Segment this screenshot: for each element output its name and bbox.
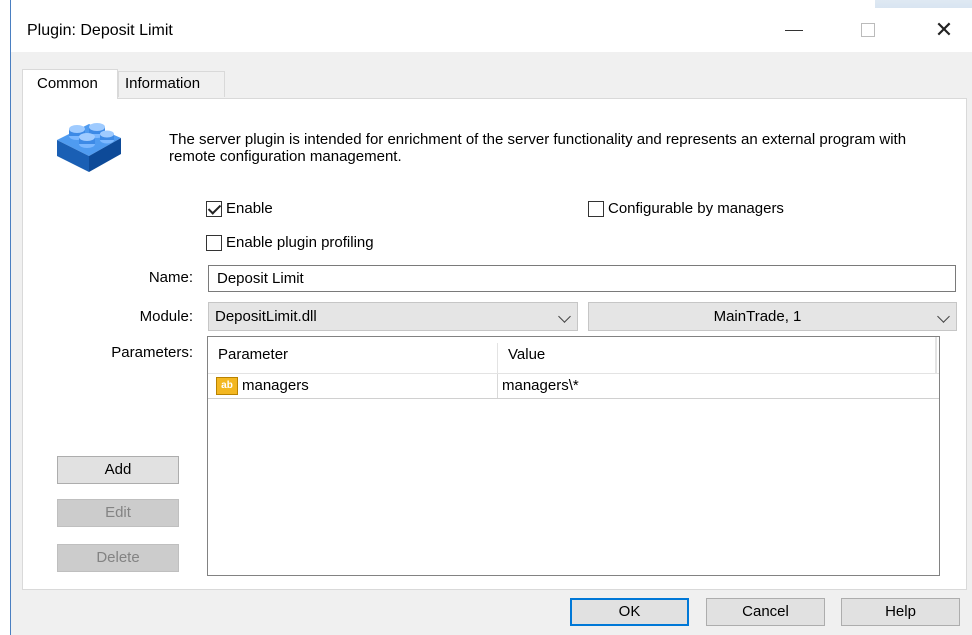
ok-button[interactable]: OK [570, 598, 689, 626]
close-button[interactable]: ✕ [921, 8, 967, 52]
parameters-table[interactable]: Parameter Value ab managers managers\* [207, 336, 940, 576]
window-title: Plugin: Deposit Limit [27, 22, 173, 39]
background-window-edge [0, 0, 11, 635]
column-header-value[interactable]: Value [498, 337, 935, 373]
string-param-icon: ab [216, 377, 238, 395]
dialog-client-area: Information Common The server plugin is … [11, 52, 972, 635]
server-select[interactable]: MainTrade, 1 [588, 302, 957, 331]
module-select[interactable]: DepositLimit.dll [208, 302, 578, 331]
plugin-description: The server plugin is intended for enrich… [169, 131, 907, 165]
server-select-value: MainTrade, 1 [713, 308, 802, 325]
maximize-button[interactable] [845, 8, 891, 52]
module-select-value: DepositLimit.dll [215, 308, 317, 325]
minimize-icon [785, 29, 803, 31]
header-scroll-edge [935, 337, 937, 373]
parameters-label: Parameters: [111, 344, 193, 361]
name-label: Name: [148, 269, 193, 286]
name-field[interactable]: Deposit Limit [208, 265, 956, 292]
enable-checkbox-label: Enable [226, 200, 273, 217]
param-value-cell: managers\* [502, 377, 579, 394]
table-row[interactable]: ab managers managers\* [208, 374, 939, 399]
add-button[interactable]: Add [57, 456, 179, 484]
configurable-checkbox-box[interactable] [588, 200, 604, 217]
enable-checkbox-box[interactable] [206, 200, 222, 217]
module-label: Module: [139, 308, 193, 325]
param-name-cell: managers [242, 377, 309, 394]
close-icon: ✕ [934, 17, 954, 42]
plugin-dialog: Plugin: Deposit Limit ✕ Information Comm… [11, 8, 972, 635]
configurable-checkbox-label: Configurable by managers [608, 200, 784, 217]
enable-plugin-profiling-checkbox[interactable]: Enable plugin profiling [206, 234, 374, 251]
column-separator [497, 374, 498, 398]
profiling-checkbox-label: Enable plugin profiling [226, 234, 374, 251]
tab-information[interactable]: Information [118, 71, 225, 97]
edit-button[interactable]: Edit [57, 499, 179, 527]
cancel-button[interactable]: Cancel [706, 598, 825, 626]
configurable-by-managers-checkbox[interactable]: Configurable by managers [588, 200, 784, 217]
delete-button[interactable]: Delete [57, 544, 179, 572]
minimize-button[interactable] [771, 8, 817, 52]
table-header: Parameter Value [208, 337, 939, 374]
plugin-lego-icon [57, 123, 121, 172]
help-button[interactable]: Help [841, 598, 960, 626]
chevron-down-icon [937, 310, 950, 323]
chevron-down-icon [558, 310, 571, 323]
enable-checkbox[interactable]: Enable [206, 200, 273, 217]
maximize-icon [861, 23, 875, 37]
profiling-checkbox-box[interactable] [206, 234, 222, 251]
title-bar[interactable]: Plugin: Deposit Limit ✕ [11, 8, 972, 52]
tab-common[interactable]: Common [22, 69, 118, 99]
column-header-parameter[interactable]: Parameter [208, 337, 497, 373]
